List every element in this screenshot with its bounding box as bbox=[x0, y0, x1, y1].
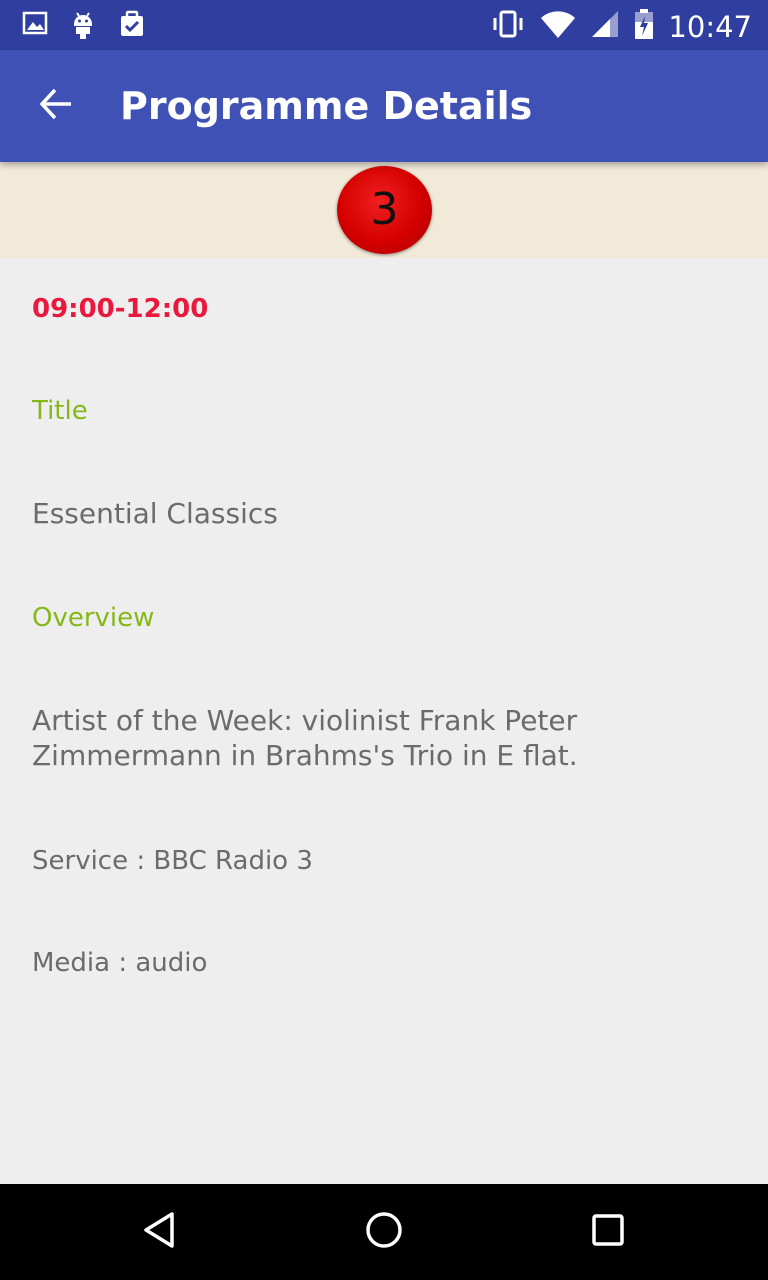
channel-logo: 3 bbox=[337, 166, 432, 254]
arrow-left-icon bbox=[38, 86, 74, 127]
status-bar: 10:47 bbox=[0, 0, 768, 50]
navigation-bar bbox=[0, 1184, 768, 1280]
back-button[interactable] bbox=[28, 78, 84, 134]
programme-service: Service : BBC Radio 3 bbox=[32, 846, 313, 876]
title-label: Title bbox=[32, 396, 88, 426]
programme-media: Media : audio bbox=[32, 948, 208, 978]
nav-home-button[interactable] bbox=[360, 1208, 408, 1256]
system-status-icons: 10:47 bbox=[490, 8, 752, 45]
image-icon bbox=[22, 10, 48, 45]
battery-icon bbox=[634, 8, 654, 45]
programme-title: Essential Classics bbox=[32, 497, 278, 530]
recents-square-icon bbox=[588, 1210, 628, 1255]
vibrate-icon bbox=[490, 9, 526, 44]
overview-label: Overview bbox=[32, 603, 155, 633]
programme-time-range: 09:00-12:00 bbox=[32, 294, 209, 324]
app-bar: Programme Details bbox=[0, 50, 768, 162]
signal-icon bbox=[590, 9, 620, 44]
nav-recents-button[interactable] bbox=[584, 1208, 632, 1256]
notification-icons bbox=[22, 10, 146, 45]
android-icon bbox=[70, 10, 96, 45]
channel-strip: 3 bbox=[0, 162, 768, 258]
wifi-icon bbox=[540, 9, 576, 44]
nav-back-button[interactable] bbox=[136, 1208, 184, 1256]
back-triangle-icon bbox=[140, 1210, 180, 1255]
programme-overview: Artist of the Week: violinist Frank Pete… bbox=[32, 704, 578, 772]
channel-number: 3 bbox=[370, 183, 399, 235]
home-circle-icon bbox=[364, 1210, 404, 1255]
status-time: 10:47 bbox=[668, 9, 752, 44]
page-title: Programme Details bbox=[120, 84, 533, 128]
clipboard-check-icon bbox=[118, 10, 146, 45]
